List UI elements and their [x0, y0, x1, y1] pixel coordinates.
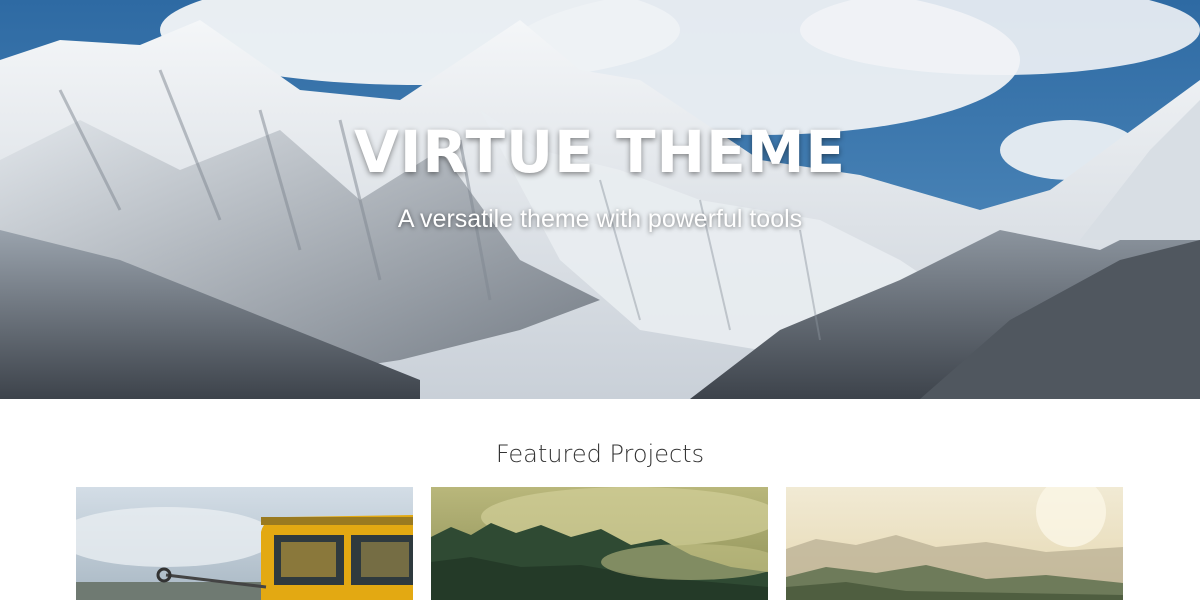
- project-card-forest[interactable]: [431, 487, 768, 600]
- hazy-hills-image: [786, 487, 1123, 600]
- hero-title: VIRTUE THEME: [353, 118, 847, 186]
- misty-forest-image: [431, 487, 768, 600]
- project-card-bus[interactable]: [76, 487, 413, 600]
- hero-mountain-image: [0, 0, 1200, 399]
- featured-projects-heading: Featured Projects: [495, 440, 705, 468]
- yellow-bus-image: [76, 487, 413, 600]
- hero-subtitle: A versatile theme with powerful tools: [397, 205, 803, 233]
- hero-banner: VIRTUE THEME A versatile theme with powe…: [0, 0, 1200, 399]
- project-card-hills[interactable]: [786, 487, 1123, 600]
